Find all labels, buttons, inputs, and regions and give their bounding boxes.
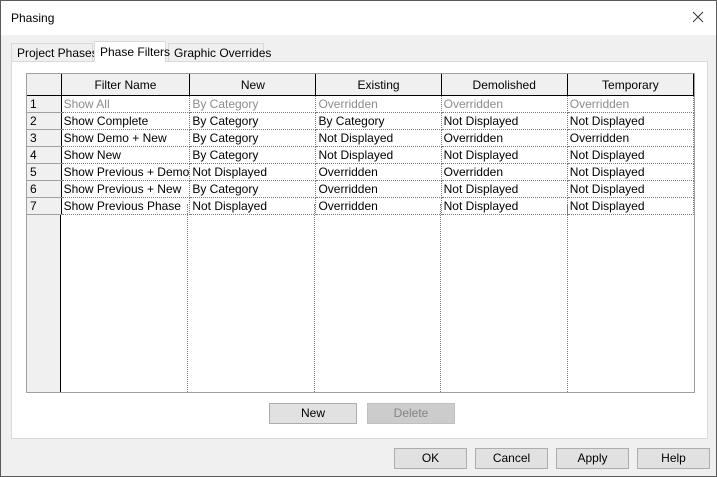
temporary-cell[interactable]: Overridden — [567, 129, 694, 147]
column-header-temporary[interactable]: Temporary — [567, 74, 694, 96]
existing-cell[interactable]: Overridden — [315, 180, 442, 198]
column-header-filter-name[interactable]: Filter Name — [61, 74, 191, 96]
corner-cell — [27, 74, 62, 96]
tab-phase-filters[interactable]: Phase Filters — [94, 41, 170, 62]
row-number[interactable]: 5 — [27, 163, 62, 181]
row-number[interactable]: 7 — [27, 197, 62, 215]
phase-filters-grid: Filter Name New Existing Demolished Temp… — [26, 73, 695, 393]
temporary-cell[interactable]: Not Displayed — [567, 180, 694, 198]
column-divider — [440, 204, 568, 392]
demolished-cell[interactable]: Not Displayed — [441, 112, 568, 130]
new-cell[interactable]: Not Displayed — [189, 163, 317, 181]
table-row[interactable]: 4 Show New By Category Not Displayed Not… — [27, 146, 694, 164]
table-header-row: Filter Name New Existing Demolished Temp… — [27, 74, 694, 96]
column-divider — [187, 204, 315, 392]
close-icon[interactable] — [688, 7, 708, 27]
temporary-cell[interactable]: Not Displayed — [567, 146, 694, 164]
new-cell[interactable]: By Category — [189, 180, 317, 198]
filter-name-cell[interactable]: Show Complete — [61, 112, 191, 130]
title-bar: Phasing — [1, 1, 716, 35]
demolished-cell[interactable]: Overridden — [441, 95, 568, 113]
temporary-cell[interactable]: Overridden — [567, 95, 694, 113]
cancel-button[interactable]: Cancel — [475, 448, 548, 469]
apply-button[interactable]: Apply — [556, 448, 629, 469]
column-header-new[interactable]: New — [189, 74, 317, 96]
new-button[interactable]: New — [269, 403, 357, 424]
row-number[interactable]: 4 — [27, 146, 62, 164]
table-row[interactable]: 2 Show Complete By Category By Category … — [27, 112, 694, 130]
row-number[interactable]: 6 — [27, 180, 62, 198]
temporary-cell[interactable]: Not Displayed — [567, 163, 694, 181]
table-row[interactable]: 6 Show Previous + New By Category Overri… — [27, 180, 694, 198]
existing-cell[interactable]: Not Displayed — [315, 129, 442, 147]
column-header-existing[interactable]: Existing — [315, 74, 442, 96]
existing-cell[interactable]: Not Displayed — [315, 146, 442, 164]
delete-button[interactable]: Delete — [367, 403, 455, 424]
existing-cell[interactable]: By Category — [315, 112, 442, 130]
demolished-cell[interactable]: Not Displayed — [441, 180, 568, 198]
window-title: Phasing — [11, 11, 55, 25]
table-row[interactable]: 3 Show Demo + New By Category Not Displa… — [27, 129, 694, 147]
phasing-dialog: Phasing Project Phases Phase Filters Gra… — [0, 0, 717, 477]
row-number[interactable]: 2 — [27, 112, 62, 130]
tab-project-phases[interactable]: Project Phases — [11, 43, 98, 61]
ok-button[interactable]: OK — [394, 448, 467, 469]
column-divider — [314, 204, 441, 392]
demolished-cell[interactable]: Overridden — [441, 163, 568, 181]
filter-name-cell[interactable]: Show Previous + Demo — [61, 163, 191, 181]
table-row[interactable]: 5 Show Previous + Demo Not Displayed Ove… — [27, 163, 694, 181]
column-header-demolished[interactable]: Demolished — [441, 74, 568, 96]
filter-name-cell[interactable]: Show Previous + New — [61, 180, 191, 198]
new-cell[interactable]: By Category — [189, 95, 317, 113]
table-row[interactable]: 1 Show All By Category Overridden Overri… — [27, 95, 694, 113]
filter-name-cell[interactable]: Show All — [61, 95, 191, 113]
new-cell[interactable]: By Category — [189, 146, 317, 164]
temporary-cell[interactable]: Not Displayed — [567, 112, 694, 130]
demolished-cell[interactable]: Not Displayed — [441, 146, 568, 164]
column-divider — [61, 204, 188, 392]
tab-graphic-overrides[interactable]: Graphic Overrides — [168, 43, 271, 61]
filter-name-cell[interactable]: Show New — [61, 146, 191, 164]
help-button[interactable]: Help — [637, 448, 710, 469]
new-cell[interactable]: By Category — [189, 129, 317, 147]
new-cell[interactable]: By Category — [189, 112, 317, 130]
existing-cell[interactable]: Overridden — [315, 163, 442, 181]
demolished-cell[interactable]: Overridden — [441, 129, 568, 147]
phase-filters-table: Filter Name New Existing Demolished Temp… — [27, 74, 694, 215]
row-number[interactable]: 1 — [27, 95, 62, 113]
filter-name-cell[interactable]: Show Demo + New — [61, 129, 191, 147]
existing-cell[interactable]: Overridden — [315, 95, 442, 113]
column-divider — [567, 204, 694, 392]
row-number[interactable]: 3 — [27, 129, 62, 147]
